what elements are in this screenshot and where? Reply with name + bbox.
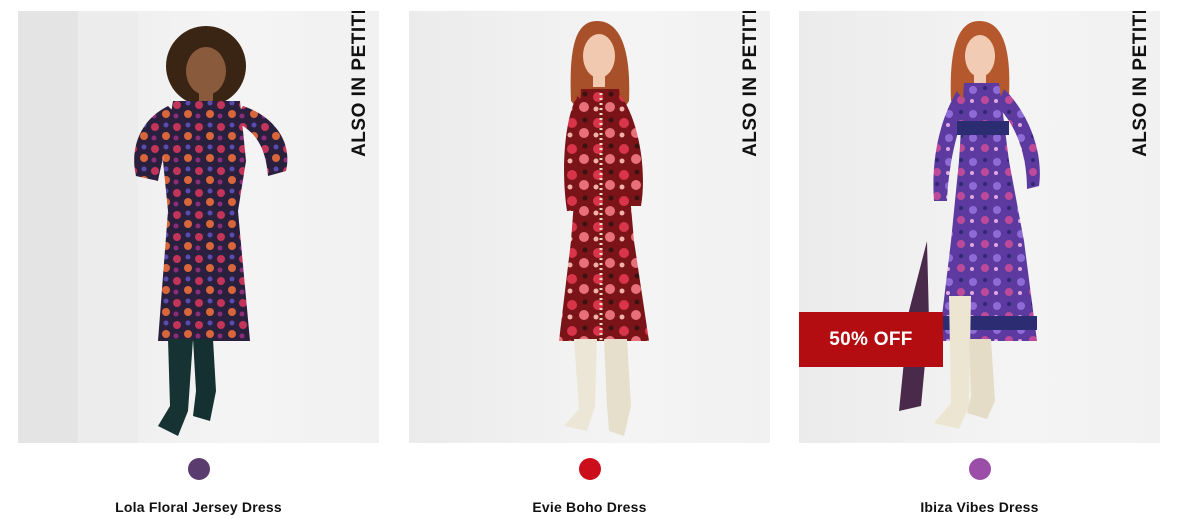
- color-swatch[interactable]: [579, 458, 601, 480]
- also-in-petite-badge: ALSO IN PETITE: [1130, 11, 1151, 157]
- product-image[interactable]: ALSO IN PETITE: [409, 11, 770, 443]
- product-image[interactable]: ALSO IN PETITE 50% OFF: [799, 11, 1160, 443]
- product-grid: ALSO IN PETITE Lola Floral Jersey Dress: [0, 0, 1180, 519]
- product-name[interactable]: Lola Floral Jersey Dress: [18, 499, 379, 515]
- product-card[interactable]: ALSO IN PETITE Lola Floral Jersey Dress: [18, 11, 379, 519]
- product-name[interactable]: Ibiza Vibes Dress: [799, 499, 1160, 515]
- model-photo: [559, 21, 649, 436]
- color-swatch[interactable]: [969, 458, 991, 480]
- product-card[interactable]: ALSO IN PETITE 50% OFF Ibiza Vibes Dress: [799, 11, 1160, 519]
- color-swatch[interactable]: [188, 458, 210, 480]
- model-photo: [899, 21, 1040, 429]
- product-image[interactable]: ALSO IN PETITE: [18, 11, 379, 443]
- product-card[interactable]: ALSO IN PETITE Evie Boho Dress: [409, 11, 770, 519]
- also-in-petite-badge: ALSO IN PETITE: [349, 11, 370, 157]
- sale-badge: 50% OFF: [799, 312, 943, 367]
- also-in-petite-badge: ALSO IN PETITE: [740, 11, 761, 157]
- product-name[interactable]: Evie Boho Dress: [409, 499, 770, 515]
- model-photo: [18, 11, 288, 443]
